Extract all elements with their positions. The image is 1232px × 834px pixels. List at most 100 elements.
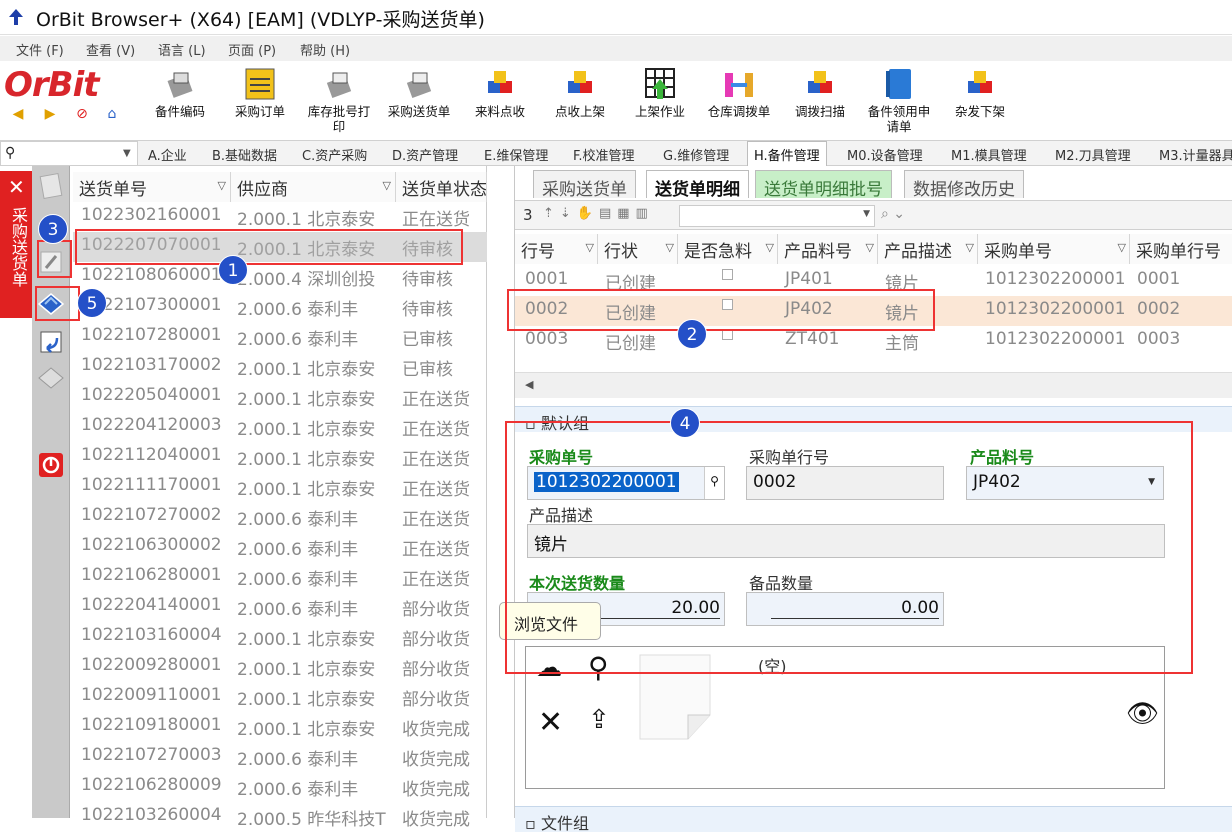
group-header-file[interactable]: ▫ 文件组	[515, 806, 1232, 833]
menu-view[interactable]: 查看 (V)	[86, 40, 135, 59]
filter-icon[interactable]: ▽	[666, 241, 674, 254]
table-row[interactable]: 1022108060001 2.000.4 深圳创投 待审核	[73, 262, 487, 292]
tab-spare-parts[interactable]: H.备件管理	[747, 141, 827, 166]
annotation-badge-5: 5	[77, 288, 107, 318]
subtab-detail-batch[interactable]: 送货单明细批号	[755, 170, 892, 200]
delivery-no-cell: 1022111170001	[81, 475, 222, 495]
stop-icon[interactable]: ⊘	[74, 106, 90, 122]
col-header-supplier[interactable]: 供应商 ▽	[231, 172, 396, 202]
tab-asset-management[interactable]: D.资产管理	[392, 145, 458, 164]
grid-tool-icons[interactable]: ⇡⇣✋▤▦▥	[543, 206, 654, 221]
toolbar-delivery-note[interactable]: 采购送货单	[383, 67, 455, 119]
subtab-delivery-note[interactable]: 采购送货单	[533, 170, 636, 200]
filter-icon[interactable]: ▽	[766, 241, 774, 254]
toolbar-shelve[interactable]: 点收上架	[544, 67, 616, 119]
detail-grid-toolbar: 3 ⇡⇣✋▤▦▥ ▼ ⌕ ⌄	[515, 200, 1232, 230]
col-header-line-no[interactable]: 行号 ▽	[515, 234, 598, 264]
menu-page[interactable]: 页面 (P)	[228, 40, 276, 59]
tab-repair[interactable]: G.维修管理	[663, 145, 729, 164]
toolbar-misc-issue[interactable]: 杂发下架	[944, 67, 1016, 119]
table-row[interactable]: 1022107270003 2.000.6 泰利丰 收货完成	[73, 742, 487, 772]
table-row[interactable]: 1022009110001 2.000.1 北京泰安 部分收货	[73, 682, 487, 712]
table-row[interactable]: 1022106280009 2.000.6 泰利丰 收货完成	[73, 772, 487, 802]
table-row[interactable]: 1022103260004 2.000.5 昨华科技T 收货完成	[73, 802, 487, 832]
col-header-part-no[interactable]: 产品料号 ▽	[778, 234, 878, 264]
grid-search-icon[interactable]: ⌕ ⌄	[881, 206, 905, 222]
close-icon[interactable]: ✕	[8, 175, 25, 199]
new-doc-icon[interactable]	[37, 172, 65, 200]
supplier-cell: 2.000.1 北京泰安	[237, 420, 376, 440]
table-row[interactable]: 1022205040001 2.000.1 北京泰安 正在送货	[73, 382, 487, 412]
table-row[interactable]: 1022103170002 2.000.1 北京泰安 已审核	[73, 352, 487, 382]
table-row[interactable]: 1022204120003 2.000.1 北京泰安 正在送货	[73, 412, 487, 442]
table-row[interactable]: 1022107270002 2.000.6 泰利丰 正在送货	[73, 502, 487, 532]
forward-arrow-icon[interactable]: ▶	[42, 106, 58, 122]
undo-icon[interactable]	[37, 328, 65, 356]
filter-icon[interactable]: ▽	[383, 179, 391, 192]
col-header-delivery-no[interactable]: 送货单号 ▽	[73, 172, 231, 202]
tab-equipment[interactable]: M0.设备管理	[847, 145, 923, 164]
table-row[interactable]: 1022009280001 2.000.1 北京泰安 部分收货	[73, 652, 487, 682]
subtab-delivery-details[interactable]: 送货单明细	[646, 170, 749, 200]
filter-icon[interactable]: ▽	[966, 241, 974, 254]
toolbar-transfer[interactable]: 仓库调拨单	[703, 67, 775, 119]
table-row[interactable]: 1022109180001 2.000.1 北京泰安 收货完成	[73, 712, 487, 742]
col-header-part-desc[interactable]: 产品描述 ▽	[878, 234, 978, 264]
scroll-left-icon[interactable]: ◀	[525, 378, 533, 391]
menu-file[interactable]: 文件 (F)	[16, 40, 64, 59]
toolbar-receive[interactable]: 来料点收	[464, 67, 536, 119]
filter-icon[interactable]: ▽	[866, 241, 874, 254]
table-row[interactable]: 1022107300001 2.000.6 泰利丰 待审核	[73, 292, 487, 322]
menu-help[interactable]: 帮助 (H)	[300, 40, 350, 59]
delete-icon[interactable]	[37, 364, 65, 392]
grid-filter-select[interactable]: ▼	[679, 205, 875, 227]
tab-calibration[interactable]: F.校准管理	[573, 145, 635, 164]
table-row[interactable]: 1022106280001 2.000.6 泰利丰 正在送货	[73, 562, 487, 592]
table-row[interactable]: 1022107280001 2.000.6 泰利丰 已审核	[73, 322, 487, 352]
toolbar-requisition[interactable]: 备件领用申请单	[863, 67, 935, 134]
tab-basic-data[interactable]: B.基础数据	[212, 145, 277, 164]
tab-enterprise[interactable]: A.企业	[148, 145, 187, 164]
supplier-cell: 2.000.1 北京泰安	[237, 210, 376, 230]
tab-mold[interactable]: M1.模具管理	[951, 145, 1027, 164]
col-header-status[interactable]: 送货单状态	[396, 172, 487, 202]
eye-icon[interactable]: 👁	[1126, 699, 1159, 729]
toolbar-batch-print[interactable]: 库存批号打印	[303, 67, 375, 134]
tab-maintenance[interactable]: E.维保管理	[484, 145, 548, 164]
table-row[interactable]: 1022302160001 2.000.1 北京泰安 正在送货	[73, 202, 487, 232]
toolbar-parts-code[interactable]: 备件编码	[144, 67, 216, 119]
tab-tooling[interactable]: M2.刀具管理	[1055, 145, 1131, 164]
col-header-line-status[interactable]: 行状 ▽	[598, 234, 678, 264]
subtab-change-history[interactable]: 数据修改历史	[904, 170, 1024, 200]
filter-icon[interactable]: ▽	[586, 241, 594, 254]
col-header-po-line[interactable]: 采购单行号	[1130, 234, 1232, 264]
tab-gauge[interactable]: M3.计量器具	[1159, 145, 1232, 164]
upload-icon[interactable]: ⇪	[588, 705, 610, 735]
exit-icon[interactable]	[37, 451, 65, 479]
table-row[interactable]: 1022204140001 2.000.6 泰利丰 部分收货	[73, 592, 487, 622]
tab-asset-purchase[interactable]: C.资产采购	[302, 145, 367, 164]
table-row[interactable]: 1022103160004 2.000.1 北京泰安 部分收货	[73, 622, 487, 652]
delivery-no-cell: 1022204120003	[81, 415, 222, 435]
delete-file-icon[interactable]: ✕	[538, 705, 563, 740]
table-row[interactable]: 1022112040001 2.000.1 北京泰安 正在送货	[73, 442, 487, 472]
page-vertical-tab[interactable]: ✕ 采购送货单	[0, 171, 32, 318]
menu-language[interactable]: 语言 (L)	[158, 40, 206, 59]
col-header-po-no[interactable]: 采购单号 ▽	[978, 234, 1130, 264]
toolbar-purchase-order[interactable]: 采购订单	[224, 67, 296, 119]
back-arrow-icon[interactable]: ◀	[10, 106, 26, 122]
delivery-no-cell: 1022107270002	[81, 505, 222, 525]
filter-icon[interactable]: ▽	[218, 179, 226, 192]
home-icon[interactable]: ⌂	[104, 106, 120, 122]
col-header-urgent[interactable]: 是否急料 ▽	[678, 234, 778, 264]
chevron-down-icon[interactable]: ▼	[123, 148, 131, 159]
module-search-input[interactable]: ⚲ ▼	[0, 141, 138, 166]
table-row[interactable]: 1022106300002 2.000.6 泰利丰 正在送货	[73, 532, 487, 562]
detail-hscrollbar[interactable]: ◀	[515, 372, 1232, 398]
filter-icon[interactable]: ▽	[1118, 241, 1126, 254]
toolbar-transfer-scan[interactable]: 调拨扫描	[784, 67, 856, 119]
supplier-cell: 2.000.4 深圳创投	[237, 270, 376, 290]
toolbar-shelving-job[interactable]: 上架作业	[624, 67, 696, 119]
urgent-checkbox[interactable]	[722, 269, 733, 280]
table-row[interactable]: 1022111170001 2.000.1 北京泰安 正在送货	[73, 472, 487, 502]
